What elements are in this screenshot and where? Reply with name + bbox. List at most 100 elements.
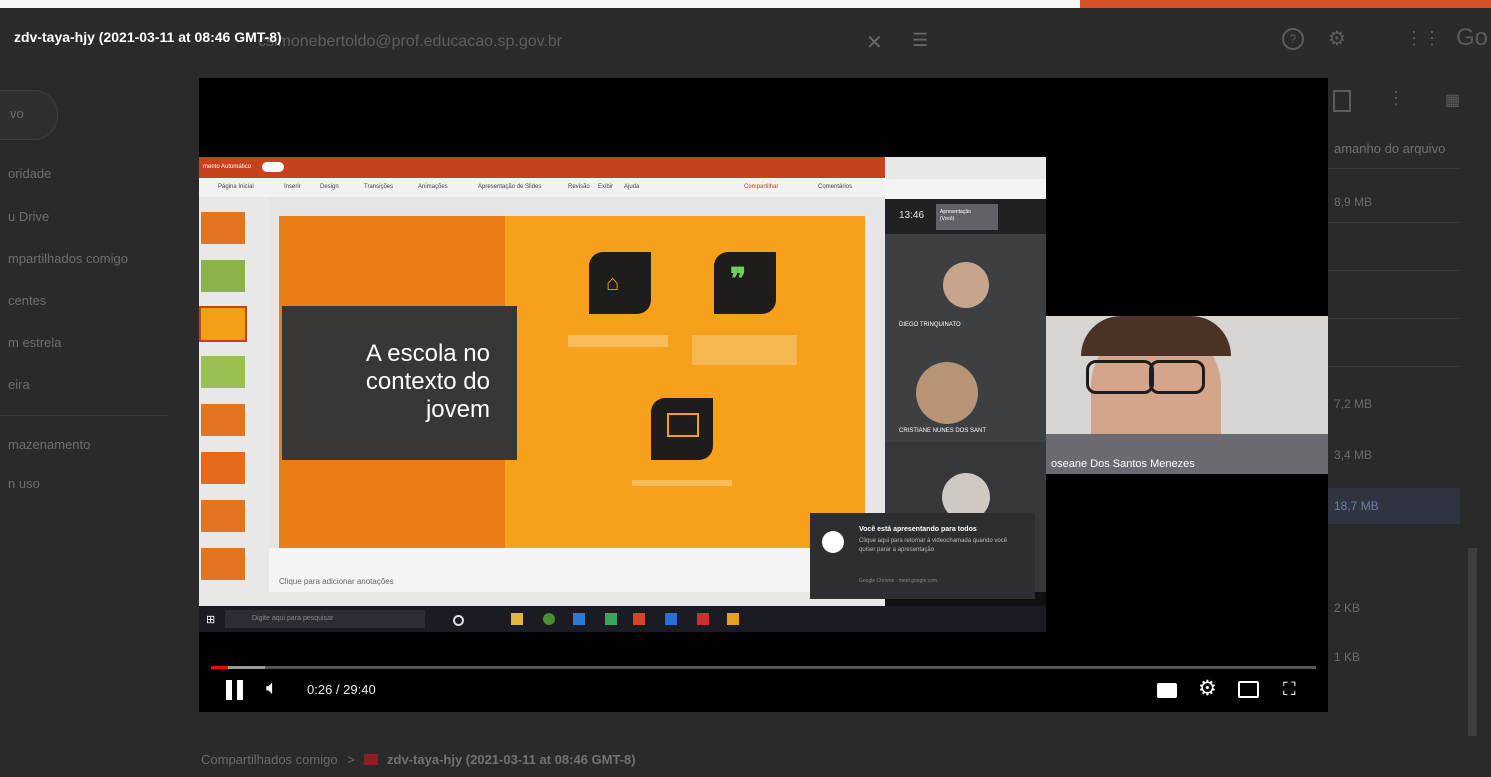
row-divider bbox=[1325, 366, 1460, 367]
toast-body: Clique aqui para retornar à videochamada… bbox=[859, 538, 1008, 553]
ribbon-tab: Página Inicial bbox=[218, 184, 254, 190]
fullscreen-icon[interactable]: ⛶ bbox=[1283, 679, 1296, 700]
word-icon bbox=[665, 613, 677, 625]
row-divider bbox=[1325, 318, 1460, 319]
file-size-cell: 7,2 MB bbox=[1334, 397, 1373, 411]
ribbon-comments: Comentários bbox=[818, 184, 853, 190]
progress-played bbox=[211, 666, 228, 669]
help-icon[interactable]: ? bbox=[1282, 28, 1304, 50]
toast-title: Você está apresentando para todos bbox=[859, 526, 977, 533]
participant-name: CRISTIANE NUNES DOS SANT bbox=[899, 428, 987, 434]
participant-video bbox=[943, 262, 989, 308]
breadcrumb-separator: > bbox=[347, 752, 355, 767]
autosave-toggle bbox=[262, 162, 284, 172]
pdf-icon bbox=[697, 613, 709, 625]
notes-placeholder: Clique para adicionar anotações bbox=[279, 577, 394, 586]
slide-caption bbox=[568, 335, 668, 347]
ribbon-tab: Inserir bbox=[284, 184, 301, 190]
ribbon-tab: Transições bbox=[364, 184, 394, 190]
top-accent-bar bbox=[1080, 0, 1491, 8]
meet-logo-icon bbox=[822, 531, 844, 553]
ribbon-share: Compartilhar bbox=[744, 184, 779, 190]
pause-icon-bar bbox=[237, 680, 243, 700]
sidebar-item-shared[interactable]: mpartilhados comigo bbox=[8, 251, 128, 266]
slide-caption bbox=[632, 480, 732, 486]
screen-glyph bbox=[667, 413, 699, 437]
school-glyph: ⌂ bbox=[606, 270, 620, 295]
browser-tab-bar bbox=[885, 157, 1046, 179]
file-explorer-icon bbox=[511, 613, 523, 625]
file-size-column-header[interactable]: amanho do arquivo bbox=[1334, 141, 1445, 156]
google-logo: Go bbox=[1456, 24, 1489, 51]
sidebar-item-my-drive[interactable]: u Drive bbox=[8, 209, 49, 224]
volume-icon[interactable]: 🔈︎ bbox=[266, 677, 278, 700]
meet-clock: 13:46 bbox=[899, 210, 925, 221]
slide-thumbnail bbox=[201, 452, 245, 484]
grid-view-icon[interactable]: ▦ bbox=[1445, 90, 1460, 110]
slide-thumbnail-selected bbox=[199, 306, 247, 342]
pause-icon[interactable] bbox=[226, 680, 232, 700]
ppt-title-bar bbox=[199, 157, 885, 178]
storage-usage: n uso bbox=[8, 476, 40, 491]
sidebar-divider bbox=[0, 415, 168, 416]
ppt-ribbon bbox=[199, 178, 885, 197]
settings-gear-icon[interactable]: ⚙ bbox=[1198, 676, 1217, 701]
slide-title: A escola no contexto do jovem bbox=[365, 340, 490, 423]
breadcrumb-root[interactable]: Compartilhados comigo bbox=[201, 752, 338, 767]
file-size-cell: 1 KB bbox=[1334, 650, 1361, 664]
cortana-icon bbox=[453, 615, 464, 626]
slide-thumbnail bbox=[201, 548, 245, 580]
subtitles-icon[interactable] bbox=[1157, 683, 1177, 698]
ppt-status-bar bbox=[199, 592, 885, 606]
sidebar-item-starred[interactable]: m estrela bbox=[8, 335, 61, 350]
breadcrumb: Compartilhados comigo > zdv-taya-hjy (20… bbox=[201, 752, 636, 767]
webcam-overlay bbox=[1046, 316, 1328, 474]
sidebar-item-recent[interactable]: centes bbox=[8, 293, 46, 308]
toast-footer: Google Chrome · meet.google.com bbox=[859, 578, 938, 584]
participant-video bbox=[916, 362, 978, 424]
slide-thumbnail bbox=[201, 404, 245, 436]
apps-grid-icon[interactable]: ⋮⋮ bbox=[1405, 28, 1441, 49]
new-button-label: vo bbox=[10, 106, 24, 121]
browser-toolbar bbox=[885, 179, 1046, 199]
ribbon-tab: Apresentação de Slides bbox=[478, 184, 542, 190]
glasses bbox=[1149, 360, 1205, 394]
school-icon bbox=[589, 252, 651, 314]
sidebar-item-trash[interactable]: eira bbox=[8, 377, 30, 392]
sidebar-item-priority[interactable]: oridade bbox=[8, 166, 51, 181]
file-size-cell: 2 KB bbox=[1334, 601, 1361, 615]
close-icon[interactable]: ✕ bbox=[866, 30, 883, 55]
video-title: zdv-taya-hjy (2021-03-11 at 08:46 GMT-8) bbox=[14, 29, 282, 45]
trash-icon[interactable] bbox=[1333, 90, 1351, 112]
scrollbar[interactable] bbox=[1468, 548, 1477, 736]
ppt-thumbnail-pane bbox=[199, 197, 269, 592]
powerpoint-icon bbox=[633, 613, 645, 625]
ribbon-tab: Design bbox=[320, 184, 339, 190]
sidebar-item-storage[interactable]: mazenamento bbox=[8, 437, 90, 452]
store-icon bbox=[573, 613, 585, 625]
presentation-label: Apresentação (Você) bbox=[940, 209, 971, 222]
app-icon bbox=[605, 613, 617, 625]
folder-icon bbox=[364, 754, 379, 765]
new-button[interactable] bbox=[0, 90, 58, 140]
ppt-autosave-label: mento Automático bbox=[203, 164, 252, 170]
taskbar-search-placeholder: Digite aqui para pesquisar bbox=[252, 615, 334, 622]
ribbon-tab: Animações bbox=[418, 184, 448, 190]
slide-caption bbox=[692, 335, 797, 365]
ribbon-tab: Exibir bbox=[598, 184, 614, 190]
participant-name: DIEGO TRINQUINATO bbox=[899, 322, 961, 328]
glasses bbox=[1086, 360, 1154, 394]
slide-thumbnail bbox=[201, 260, 245, 292]
settings-icon[interactable]: ⚙ bbox=[1328, 26, 1346, 51]
miniplayer-icon[interactable] bbox=[1238, 681, 1259, 698]
slide-thumbnail bbox=[201, 212, 245, 244]
row-divider bbox=[1325, 270, 1460, 271]
webcam-name: oseane Dos Santos Menezes bbox=[1051, 458, 1195, 470]
quote-glyph: ❞ bbox=[730, 263, 747, 296]
progress-bar[interactable] bbox=[211, 666, 1316, 669]
breadcrumb-folder[interactable]: zdv-taya-hjy (2021-03-11 at 08:46 GMT-8) bbox=[387, 752, 636, 767]
file-size-cell: 18,7 MB bbox=[1334, 499, 1379, 513]
filter-icon[interactable]: ☰ bbox=[912, 30, 928, 51]
more-options-icon[interactable]: ⋮ bbox=[1387, 88, 1405, 109]
person-hair bbox=[1081, 316, 1231, 356]
